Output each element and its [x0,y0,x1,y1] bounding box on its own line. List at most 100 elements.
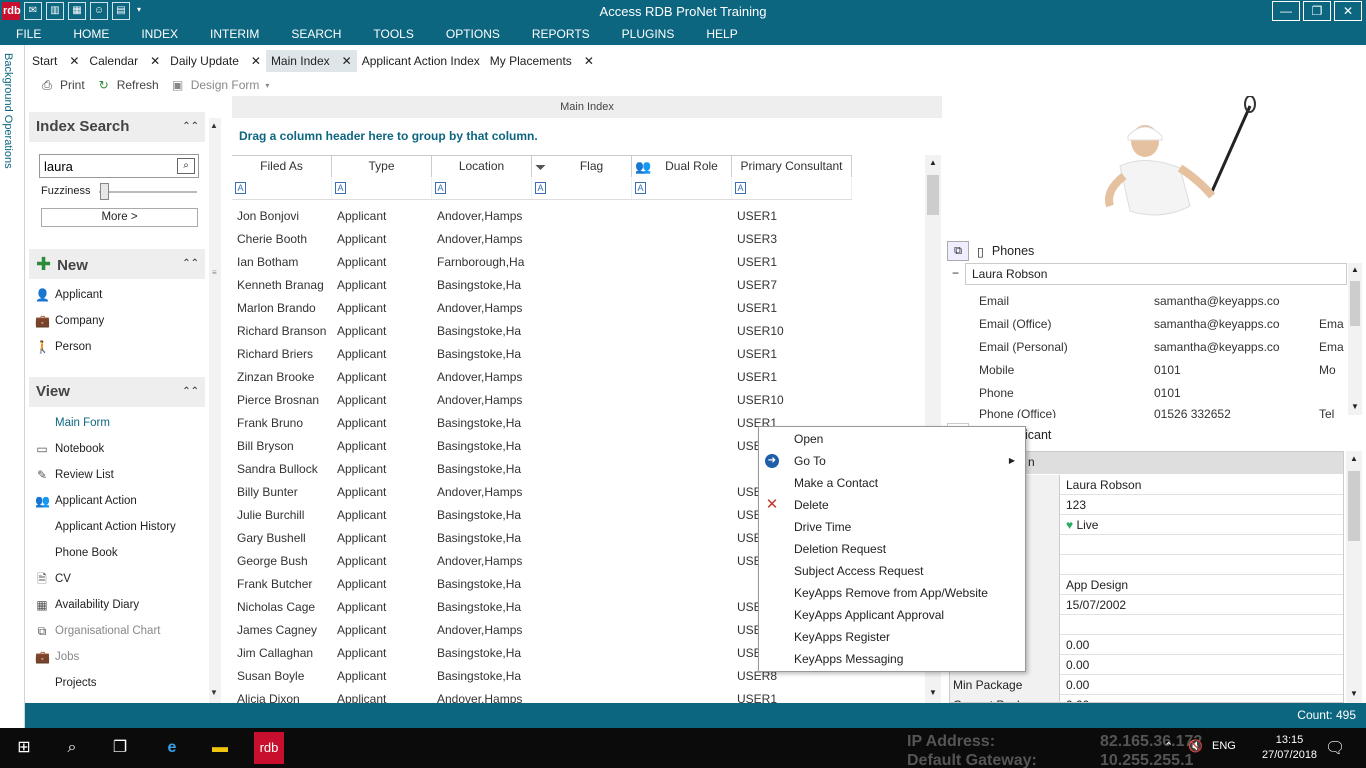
tab-close-icon[interactable]: ✕ [342,54,352,68]
contact-value[interactable]: samantha@keyapps.co [1154,313,1280,336]
contact-value[interactable]: 01526 332652 [1154,405,1231,418]
group-by-hint[interactable]: Drag a column header here to group by th… [239,129,538,143]
menu-item-deletion-request[interactable]: Deletion Request [759,538,1025,560]
new-section-header[interactable]: ✚ New ⌃⌃ [29,249,205,279]
menu-reports[interactable]: REPORTS [516,24,606,45]
scroll-up-arrow-icon[interactable]: ▲ [210,121,218,130]
applicant-field-value[interactable]: 15/07/2002 [1066,595,1126,615]
menu-search[interactable]: SEARCH [275,24,357,45]
scroll-up-arrow-icon[interactable]: ▲ [929,158,937,167]
index-search-header[interactable]: Index Search ⌃⌃ [29,112,205,142]
refresh-icon[interactable]: ↻ [97,78,111,92]
menu-item-drive-time[interactable]: Drive Time [759,516,1025,538]
table-row[interactable]: Pierce Brosnan Applicant Andover,Hamps USER… [232,389,922,412]
collapse-chevron-icon[interactable]: ⌃⌃ [182,377,199,407]
view-cv[interactable]: 🗎 CV [35,569,71,589]
applicant-field-value[interactable]: 0.00 [1066,655,1089,675]
applicant-field-value[interactable]: Laura Robson [1066,475,1141,495]
tab-applicant-action-index[interactable]: Applicant Action Index [357,50,485,72]
view-applicant-action[interactable]: 👥 Applicant Action [35,491,137,511]
scroll-down-arrow-icon[interactable]: ▼ [1351,402,1359,411]
tab-close-icon[interactable]: ✕ [150,54,160,68]
rdb-app-icon[interactable]: rdb [254,732,284,764]
applicant-scrollbar[interactable]: ▲ ▼ [1346,451,1362,703]
filter-cell[interactable]: A [432,178,532,199]
view-jobs[interactable]: 💼 Jobs [35,647,79,667]
column-header-type[interactable]: Type [332,156,432,177]
table-row[interactable]: Marlon Brando Applicant Andover,Hamps USER1 [232,297,922,320]
menu-file[interactable]: FILE [0,24,57,45]
phones-scroll-thumb[interactable] [1350,281,1360,326]
close-button[interactable]: ✕ [1334,1,1362,21]
tab-main-index[interactable]: Main Index ✕ [265,50,357,72]
notifications-icon[interactable]: 🗨 [1325,738,1345,758]
volume-muted-icon[interactable]: 🔇 [1188,739,1203,753]
applicant-field-value[interactable]: 0.00 [1066,635,1089,655]
collapse-minus-icon[interactable]: − [952,266,959,280]
new-applicant-item[interactable]: 👤 Applicant [35,285,102,305]
view-review-list[interactable]: ✎ Review List [35,465,114,485]
print-button[interactable]: Print [60,78,85,92]
filter-cell[interactable]: A [532,178,632,199]
view-main-form[interactable]: Main Form [35,413,110,433]
table-row[interactable]: Ian Botham Applicant Farnborough,Ha USER1 [232,251,922,274]
column-header-filed-as[interactable]: Filed As [232,156,332,177]
table-row[interactable]: Cherie Booth Applicant Andover,Hamps USER3 [232,228,922,251]
table-row[interactable]: Jon Bonjovi Applicant Andover,Hamps USER1 [232,205,922,228]
tab-daily-update[interactable]: Daily Update ✕ [165,50,266,72]
contact-value[interactable]: samantha@keyapps.co [1154,290,1280,313]
menu-item-keyapps-register[interactable]: KeyApps Register [759,626,1025,648]
contact-value[interactable]: 0101 [1154,382,1181,405]
column-header-flag[interactable]: ⏷ Flag [532,156,632,177]
design-form-button[interactable]: Design Form [191,78,260,92]
applicant-field-value[interactable]: 123 [1066,495,1086,515]
tray-chevron-icon[interactable]: ⌃ [1164,740,1173,753]
menu-options[interactable]: OPTIONS [430,24,516,45]
menu-item-go-to[interactable]: ➜ Go To ▶ [759,450,1025,472]
filter-cell[interactable]: A [632,178,732,199]
search-icon[interactable]: ⌕ [177,158,195,174]
index-search-input[interactable] [40,155,170,177]
menu-item-keyapps-messaging[interactable]: KeyApps Messaging [759,648,1025,670]
menu-item-delete[interactable]: ✕ Delete [759,494,1025,516]
view-notebook[interactable]: ▭ Notebook [35,439,104,459]
table-row[interactable]: Alicia Dixon Applicant Andover,Hamps USER1 [232,688,922,703]
filter-cell[interactable]: A [332,178,432,199]
applicant-scroll-thumb[interactable] [1348,471,1360,541]
task-view-icon[interactable]: ❐ [108,736,132,760]
view-organisational-chart[interactable]: ⧉ Organisational Chart [35,621,161,641]
filter-cell[interactable]: A [732,178,852,199]
applicant-field-value[interactable]: App Design [1066,575,1128,595]
refresh-button[interactable]: Refresh [117,78,159,92]
menu-item-subject-access-request[interactable]: Subject Access Request [759,560,1025,582]
menu-item-keyapps-applicant-approval[interactable]: KeyApps Applicant Approval [759,604,1025,626]
print-icon[interactable]: ⎙ [40,78,54,92]
system-clock[interactable]: 13:15 27/07/2018 [1262,733,1317,763]
internet-explorer-icon[interactable]: e [160,736,184,760]
menu-home[interactable]: HOME [57,24,125,45]
tab-close-icon[interactable]: ✕ [584,54,594,68]
column-header-dual-role[interactable]: 👥 Dual Role [632,156,732,177]
fuzziness-slider-thumb[interactable] [100,183,109,200]
phones-scrollbar[interactable]: ▲ ▼ [1348,263,1362,415]
language-indicator[interactable]: ENG [1212,740,1236,752]
contact-value[interactable]: samantha@keyapps.co [1154,336,1280,359]
view-projects[interactable]: Projects [35,673,97,693]
contact-value[interactable]: 0101 [1154,359,1181,382]
new-company-item[interactable]: 💼 Company [35,311,104,331]
menu-help[interactable]: HELP [690,24,753,45]
scroll-up-arrow-icon[interactable]: ▲ [1350,454,1358,463]
tab-close-icon[interactable]: ✕ [69,54,79,68]
scroll-down-arrow-icon[interactable]: ▼ [929,688,937,697]
scroll-up-arrow-icon[interactable]: ▲ [1351,265,1359,274]
table-row[interactable]: Richard Briers Applicant Basingstoke,Ha USE… [232,343,922,366]
file-explorer-icon[interactable]: ▬ [208,736,232,760]
tab-close-icon[interactable]: ✕ [251,54,261,68]
menu-item-open[interactable]: Open [759,428,1025,450]
menu-plugins[interactable]: PLUGINS [606,24,691,45]
view-applicant-action-history[interactable]: Applicant Action History [35,517,176,537]
column-header-location[interactable]: Location [432,156,532,177]
view-availability-diary[interactable]: ▦ Availability Diary [35,595,139,615]
design-form-icon[interactable]: ▣ [171,78,185,92]
menu-item-keyapps-remove[interactable]: KeyApps Remove from App/Website [759,582,1025,604]
